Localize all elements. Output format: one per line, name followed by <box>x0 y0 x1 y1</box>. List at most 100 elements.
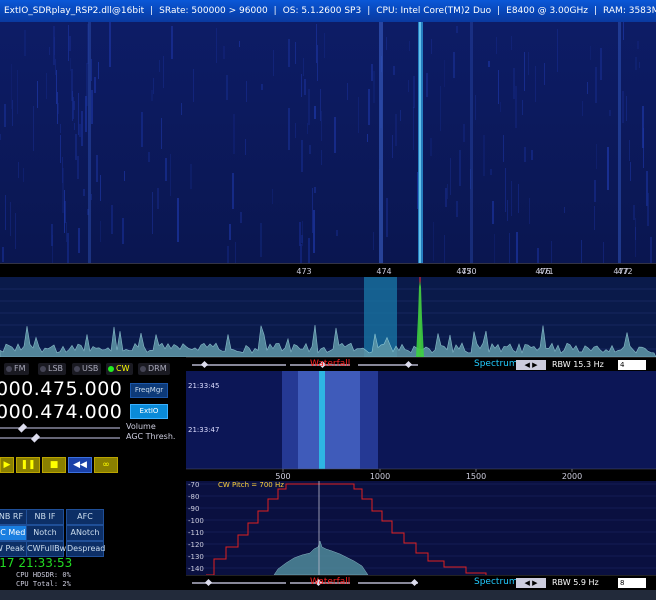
freq-label-473: 473 <box>296 267 312 276</box>
control-panel: FM LSB USB CW DRM 000.475.000 000.474.00… <box>0 357 186 600</box>
mode-cw-label: CW <box>116 364 130 373</box>
despread-button[interactable]: Despread <box>66 541 105 557</box>
cw-waterfall[interactable]: 500 1000 1500 2000 21:33:45 21:33:47 <box>186 371 656 481</box>
title-cpu-speed: E8400 @ 3.00GHz <box>506 6 588 16</box>
anotch-button[interactable]: ANotch <box>66 525 104 541</box>
loop-icon: ∞ <box>102 460 110 470</box>
rbw-value: RBW 5.9 Hz <box>552 578 599 587</box>
db-label-70: -70 <box>188 481 199 489</box>
rbw-select[interactable]: 8 <box>618 578 646 588</box>
title-sep: | <box>273 6 277 16</box>
title-os: OS: 5.1.2600 SP3 <box>282 6 362 16</box>
db-label-140: -140 <box>188 565 204 573</box>
spectrum-label: Spectrum <box>474 359 518 369</box>
extio-button[interactable]: ExtIO <box>130 404 168 419</box>
slider-handle[interactable] <box>200 360 209 369</box>
rbw-select[interactable]: 4 <box>618 360 646 370</box>
slider-handle[interactable] <box>204 578 213 587</box>
cw-timestamp-1: 21:33:45 <box>188 382 219 390</box>
rbw-arrows[interactable]: ◀ ▶ <box>516 578 546 588</box>
db-label-120: -120 <box>188 541 204 549</box>
cw-spectrum[interactable]: -70 -80 -90 -100 -110 -120 -130 -140 CW … <box>186 481 656 575</box>
nb-if-button[interactable]: NB IF <box>26 509 64 525</box>
title-cpu: CPU: Intel Core(TM)2 Duo <box>376 6 492 16</box>
volume-slider[interactable] <box>0 423 120 433</box>
waterfall-label: Waterfall <box>310 577 351 587</box>
db-label-110: -110 <box>188 529 204 537</box>
title-bar: ExtIO_SDRplay_RSP2.dll@16bit | SRate: 5000… <box>0 0 656 22</box>
led-icon <box>6 366 12 372</box>
cw-peak-button[interactable]: CW Peak <box>0 541 28 557</box>
pause-icon: ❚❚ <box>20 460 36 470</box>
spectrum-contrast-slider[interactable] <box>192 578 286 587</box>
rbw-value: RBW 15.3 Hz <box>552 360 604 369</box>
notch-button[interactable]: Notch <box>26 525 64 541</box>
mode-usb-button[interactable]: USB <box>72 363 102 375</box>
cw-signal-trace <box>319 371 325 469</box>
title-ram: RAM: 3583MB <box>603 6 656 16</box>
agc-thresh-label: AGC Thresh. <box>126 432 176 441</box>
mode-cw-button[interactable]: CW <box>106 363 133 375</box>
cw-waterfall-toolbar: Waterfall Spectrum ◀ ▶ RBW 15.3 Hz 4 <box>186 357 656 372</box>
freq-label-477: 477 <box>613 267 629 276</box>
db-label-130: -130 <box>188 553 204 561</box>
clock: 2017 21:33:53 <box>0 556 73 570</box>
led-icon <box>108 366 114 372</box>
rewind-button[interactable]: ◀◀ <box>68 457 92 473</box>
freq-label-475: 475 <box>456 267 472 276</box>
status-strip <box>0 590 656 600</box>
mode-usb-label: USB <box>82 364 99 373</box>
mode-lsb-button[interactable]: LSB <box>38 363 67 375</box>
cpu-hdsdr: CPU HDSDR: 0% <box>16 571 71 579</box>
freq-label-476: 476 <box>535 267 551 276</box>
cw-pitch-label: CW Pitch = 700 Hz <box>218 481 284 489</box>
mode-drm-label: DRM <box>148 364 167 373</box>
freq-label-474: 474 <box>376 267 392 276</box>
cw-scale-1500: 1500 <box>466 472 486 481</box>
slider-handle[interactable] <box>30 433 41 443</box>
title-extio: ExtIO_SDRplay_RSP2.dll@16bit <box>4 6 145 16</box>
rbw-arrows[interactable]: ◀ ▶ <box>516 360 546 370</box>
slider-handle[interactable] <box>404 360 413 369</box>
db-label-80: -80 <box>188 493 199 501</box>
frequency-scale[interactable]: 470 471 472 473 474 475 476 477 <box>0 263 656 278</box>
main-spectrum[interactable] <box>0 277 656 357</box>
db-label-90: -90 <box>188 505 199 513</box>
loop-button[interactable]: ∞ <box>94 457 118 473</box>
spectrum-speed-slider[interactable] <box>358 578 419 587</box>
mode-fm-label: FM <box>14 364 26 373</box>
vfo-b-frequency[interactable]: 000.474.000 <box>0 401 122 423</box>
rbw-select-value: 8 <box>620 579 625 587</box>
agc-thresh-slider[interactable] <box>0 433 120 443</box>
waterfall-speed-slider[interactable] <box>358 360 418 369</box>
title-sep: | <box>593 6 598 16</box>
play-button[interactable]: ▶ <box>0 457 14 473</box>
title-srate: SRate: 500000 > 96000 <box>159 6 268 16</box>
mode-fm-button[interactable]: FM <box>4 363 29 375</box>
slider-handle[interactable] <box>410 578 419 587</box>
cw-fullbw-button[interactable]: CWFullBw <box>26 541 66 557</box>
stop-icon: ■ <box>49 460 59 470</box>
mode-lsb-label: LSB <box>48 364 64 373</box>
cw-scale-500: 500 <box>275 472 290 481</box>
afc-button[interactable]: AFC <box>66 509 104 525</box>
rbw-select-value: 4 <box>620 361 625 369</box>
led-icon <box>40 366 46 372</box>
freqmgr-button[interactable]: FreqMgr <box>130 383 168 398</box>
cw-scale-2000: 2000 <box>562 472 582 481</box>
slider-handle[interactable] <box>17 423 28 433</box>
pause-button[interactable]: ❚❚ <box>16 457 40 473</box>
cw-timestamp-2: 21:33:47 <box>188 426 219 434</box>
db-label-100: -100 <box>188 517 204 525</box>
waterfall-contrast-slider[interactable] <box>192 360 286 369</box>
main-waterfall[interactable] <box>0 22 656 263</box>
mode-drm-button[interactable]: DRM <box>138 363 170 375</box>
play-icon: ▶ <box>3 460 11 470</box>
rewind-icon: ◀◀ <box>73 460 87 470</box>
agc-med-button[interactable]: AGC Med <box>0 525 28 541</box>
spectrum-label: Spectrum <box>474 577 518 587</box>
cw-spectrum-toolbar: Waterfall Spectrum ◀ ▶ RBW 5.9 Hz 8 <box>186 575 656 590</box>
vfo-a-frequency[interactable]: 000.475.000 <box>0 378 122 400</box>
led-icon <box>140 366 146 372</box>
stop-button[interactable]: ■ <box>42 457 66 473</box>
